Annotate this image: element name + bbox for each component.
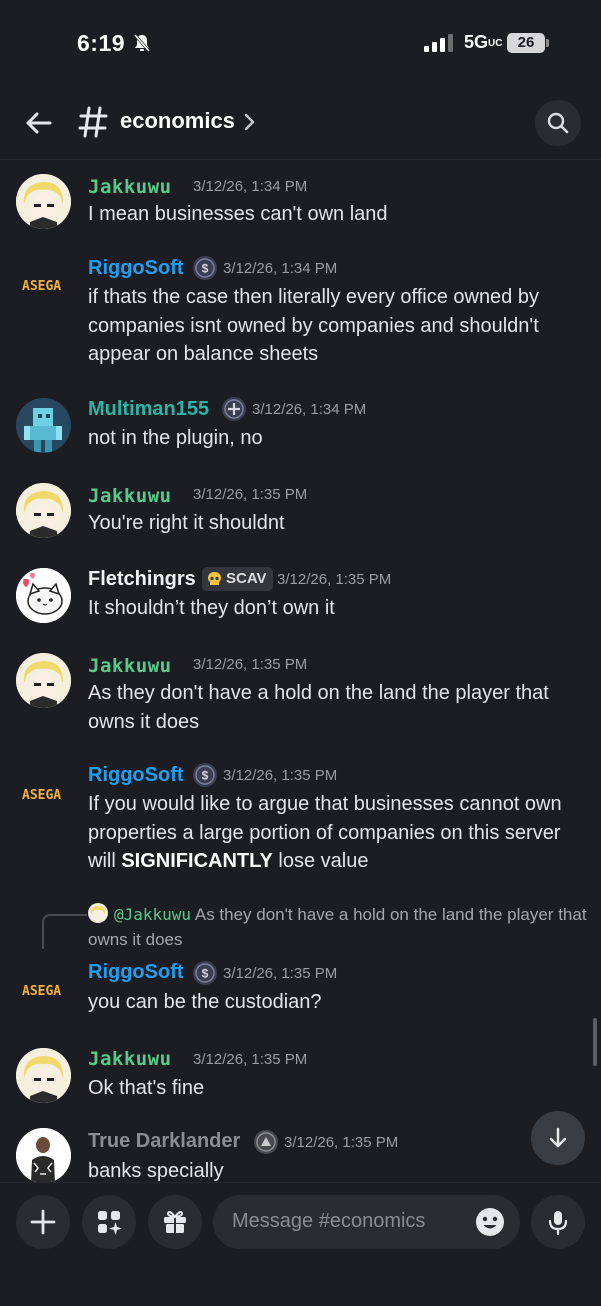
message-input[interactable]: Message #economics — [213, 1195, 520, 1249]
author-name[interactable]: Jakkuwu — [88, 176, 172, 198]
author-name[interactable]: RiggoSoft — [88, 764, 184, 787]
avatar-multiman155[interactable] — [16, 398, 71, 453]
anime-avatar-icon — [16, 174, 71, 229]
timestamp: 3/12/26, 1:35 PM — [284, 1134, 399, 1151]
timestamp: 3/12/26, 1:34 PM — [193, 178, 308, 195]
timestamp: 3/12/26, 1:35 PM — [193, 1051, 308, 1068]
network-type: 5GUC — [464, 32, 503, 52]
message-text: you can be the custodian? — [88, 991, 322, 1013]
message-text: As they don't have a hold on the land th… — [88, 682, 549, 733]
anime-avatar-icon — [16, 653, 71, 708]
author-name[interactable]: Multiman155 — [88, 398, 209, 421]
timestamp: 3/12/26, 1:34 PM — [223, 260, 338, 277]
reply-preview[interactable]: @Jakkuwu As they don't have a hold on th… — [88, 902, 588, 952]
svg-text:$: $ — [202, 262, 209, 276]
person-avatar-icon — [16, 1128, 71, 1182]
avatar-fletchingrs[interactable] — [16, 568, 71, 623]
avatar-true-darklander[interactable] — [16, 1128, 71, 1182]
apps-sparkle-icon — [98, 1211, 122, 1235]
search-button[interactable] — [535, 100, 581, 146]
battery-tip — [546, 39, 549, 47]
plus-icon — [30, 1209, 56, 1235]
timestamp: 3/12/26, 1:35 PM — [277, 571, 392, 588]
discord-channel-screen: 6:19 5GUC 26 economics Jakkuwu 3/12/26, … — [0, 0, 601, 1306]
reply-connector — [42, 914, 87, 949]
author-name[interactable]: RiggoSoft — [88, 257, 184, 280]
timestamp: 3/12/26, 1:34 PM — [252, 401, 367, 418]
bell-muted-icon — [133, 34, 151, 52]
timestamp: 3/12/26, 1:35 PM — [193, 486, 308, 503]
message-text: I mean businesses can't own land — [88, 203, 388, 225]
message-composer: Message #economics — [0, 1182, 601, 1306]
add-attachment-button[interactable] — [16, 1195, 70, 1249]
battery-level: 26 — [507, 33, 545, 53]
avatar-jakkuwu[interactable] — [16, 653, 71, 708]
author-name[interactable]: Jakkuwu — [88, 655, 172, 677]
dollar-badge-icon: $ — [193, 763, 217, 787]
channel-header: economics — [0, 88, 601, 160]
message-text: Ok that's fine — [88, 1077, 205, 1099]
author-name[interactable]: Jakkuwu — [88, 485, 172, 507]
author-name[interactable]: Jakkuwu — [88, 1048, 172, 1070]
author-name[interactable]: True Darklander — [88, 1130, 240, 1153]
search-icon — [547, 112, 569, 134]
dollar-badge-icon: $ — [193, 256, 217, 280]
reply-mention[interactable]: @Jakkuwu — [114, 905, 191, 924]
message-text: You're right it shouldnt — [88, 512, 285, 534]
message-text: banks specially — [88, 1160, 224, 1182]
hashtag-icon — [78, 106, 108, 138]
channel-title[interactable]: economics — [120, 108, 235, 134]
svg-text:$: $ — [202, 967, 209, 981]
avatar-riggosoft[interactable]: ASEGA — [22, 982, 66, 1002]
anime-avatar-icon — [16, 1048, 71, 1103]
role-badge-icon — [222, 397, 246, 421]
arrow-down-icon — [549, 1127, 567, 1148]
avatar-riggosoft[interactable]: ASEGA — [22, 277, 66, 297]
emoji-icon[interactable] — [475, 1207, 505, 1237]
avatar-jakkuwu[interactable] — [16, 1048, 71, 1103]
minecraft-avatar-icon — [16, 398, 71, 453]
bold-emphasis: SIGNIFICANTLY — [121, 850, 273, 872]
avatar-riggosoft[interactable]: ASEGA — [22, 786, 66, 806]
message-text: not in the plugin, no — [88, 427, 263, 449]
clan-tag[interactable]: SCAV — [202, 567, 273, 591]
message-list[interactable]: Jakkuwu 3/12/26, 1:34 PM I mean business… — [0, 160, 601, 1182]
message-input-placeholder: Message #economics — [232, 1210, 426, 1232]
microphone-icon — [548, 1211, 568, 1235]
message-text: It shouldn’t they don’t own it — [88, 597, 335, 619]
back-arrow-icon[interactable] — [22, 106, 56, 140]
voice-message-button[interactable] — [531, 1195, 585, 1249]
message-text: If you would like to argue that business… — [88, 793, 562, 872]
skull-icon — [208, 572, 221, 585]
status-time: 6:19 — [77, 30, 126, 56]
gift-button[interactable] — [148, 1195, 202, 1249]
apps-button[interactable] — [82, 1195, 136, 1249]
anime-avatar-icon — [16, 483, 71, 538]
timestamp: 3/12/26, 1:35 PM — [193, 656, 308, 673]
role-badge-icon — [254, 1130, 278, 1154]
dollar-badge-icon: $ — [193, 961, 217, 985]
gift-icon — [164, 1211, 186, 1233]
status-bar: 6:19 5GUC 26 — [0, 0, 601, 88]
message-text: if thats the case then literally every o… — [88, 286, 539, 365]
jump-to-latest-button[interactable] — [531, 1111, 585, 1165]
svg-text:$: $ — [202, 769, 209, 783]
cell-signal-icon — [424, 34, 454, 52]
scrollbar-thumb[interactable] — [593, 1018, 597, 1066]
author-name[interactable]: RiggoSoft — [88, 961, 184, 984]
avatar-jakkuwu[interactable] — [16, 174, 71, 229]
avatar-jakkuwu[interactable] — [16, 483, 71, 538]
cat-avatar-icon — [16, 568, 71, 623]
chevron-right-icon[interactable] — [243, 111, 257, 133]
timestamp: 3/12/26, 1:35 PM — [223, 965, 338, 982]
author-name[interactable]: Fletchingrs — [88, 568, 196, 591]
reply-avatar-icon — [88, 903, 108, 923]
timestamp: 3/12/26, 1:35 PM — [223, 767, 338, 784]
clan-tag-label: SCAV — [226, 570, 267, 587]
